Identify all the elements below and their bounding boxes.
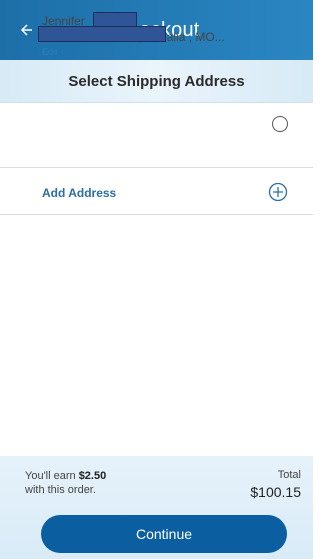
add-circle-icon[interactable] — [268, 182, 288, 202]
redaction-block — [38, 26, 166, 42]
earn-suffix: with this order. — [25, 484, 96, 496]
total-value: $100.15 — [250, 484, 301, 500]
address-radio-button[interactable] — [272, 116, 288, 132]
section-header: Select Shipping Address — [0, 60, 313, 103]
continue-button[interactable]: Continue — [41, 515, 287, 553]
earn-amount: $2.50 — [78, 470, 107, 482]
total-label: Total — [277, 469, 301, 481]
address-list-item[interactable] — [0, 104, 313, 168]
earn-prefix: You'll earn — [25, 470, 79, 482]
section-title: Select Shipping Address — [68, 72, 245, 90]
rewards-earn-text: You'll earn $2.50 with this order. — [25, 469, 106, 497]
edit-address-link[interactable]: Edit — [42, 47, 58, 57]
add-address-label: Add Address — [42, 186, 117, 200]
